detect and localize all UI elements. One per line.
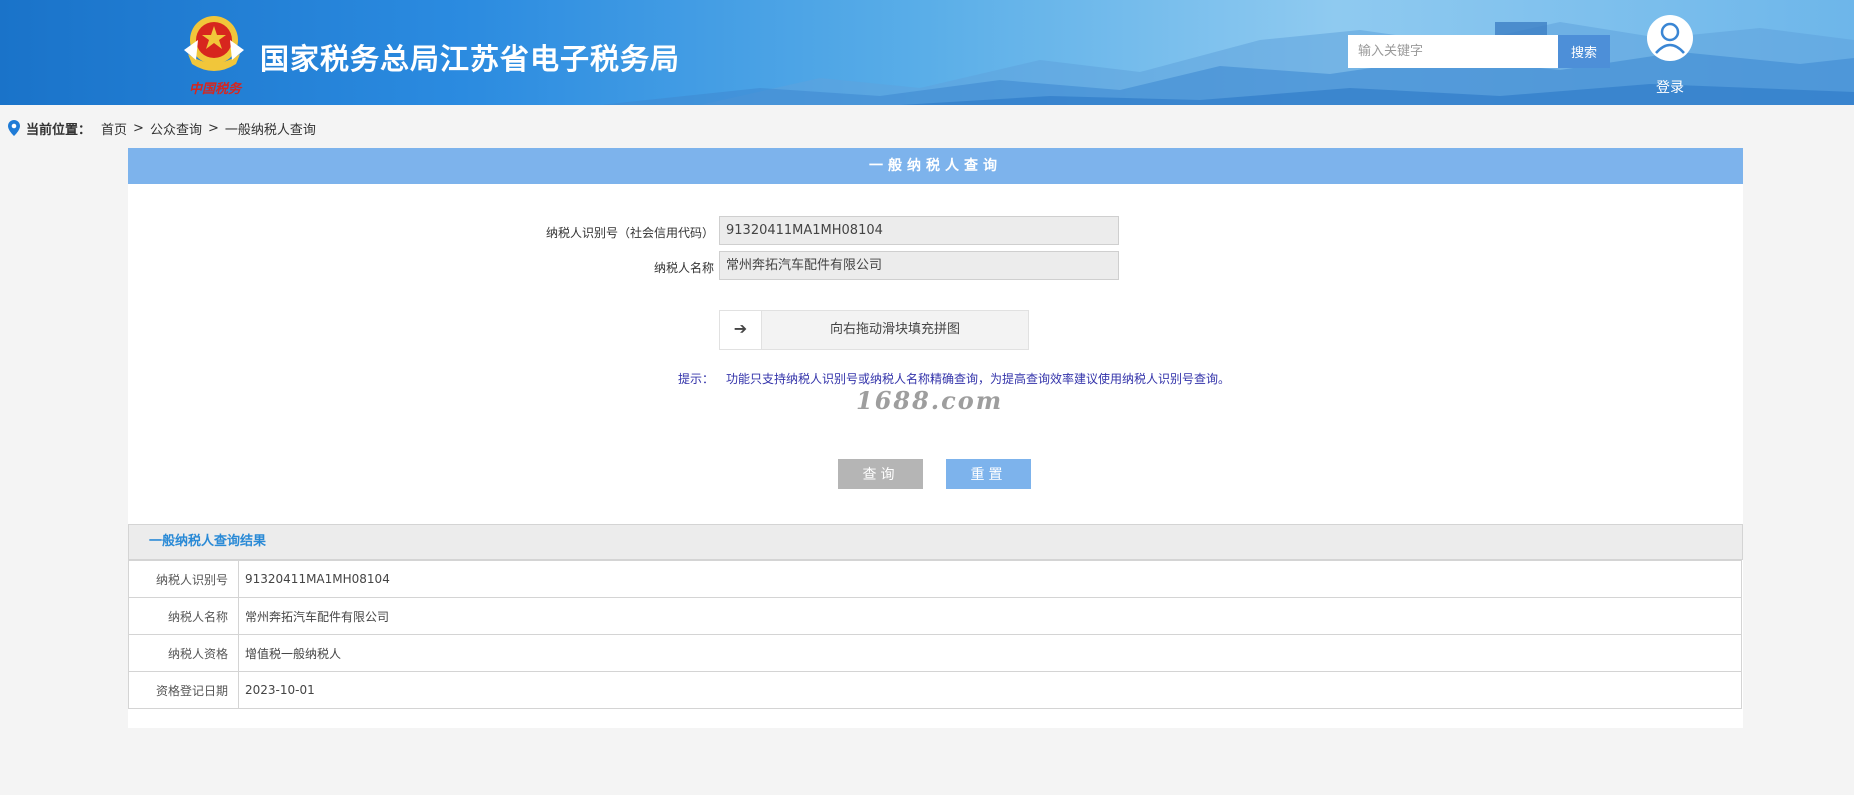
login-link[interactable]: 登录 <box>1650 77 1690 97</box>
user-avatar[interactable] <box>1647 15 1693 61</box>
slider-handle[interactable]: ➔ <box>720 311 762 349</box>
table-row: 纳税人资格 增值税一般纳税人 <box>128 634 1742 672</box>
breadcrumb: 当前位置： 首页 > 公众查询 > 一般纳税人查询 <box>8 118 316 138</box>
query-button[interactable]: 查询 <box>838 459 923 489</box>
query-panel: 一般纳税人查询 纳税人识别号（社会信用代码） 91320411MA1MH0810… <box>128 148 1743 728</box>
watermark: 1688.com <box>856 386 1004 415</box>
breadcrumb-home[interactable]: 首页 <box>101 119 127 138</box>
table-row: 资格登记日期 2023-10-01 <box>128 671 1742 709</box>
slider-instruction: 向右拖动滑块填充拼图 <box>829 322 960 337</box>
tip-text: 功能只支持纳税人识别号或纳税人名称精确查询，为提高查询效率建议使用纳税人识别号查… <box>726 372 1231 386</box>
panel-title: 一般纳税人查询 <box>128 148 1743 184</box>
taxpayer-id-input[interactable]: 91320411MA1MH08104 <box>719 216 1119 245</box>
breadcrumb-current: 一般纳税人查询 <box>224 122 316 138</box>
search-input[interactable] <box>1348 35 1558 68</box>
result-table: 纳税人识别号 91320411MA1MH08104 纳税人名称 常州奔拓汽车配件… <box>128 560 1742 709</box>
result-value: 常州奔拓汽车配件有限公司 <box>238 597 1742 635</box>
table-row: 纳税人名称 常州奔拓汽车配件有限公司 <box>128 597 1742 635</box>
table-row: 纳税人识别号 91320411MA1MH08104 <box>128 560 1742 598</box>
taxpayer-id-label: 纳税人识别号（社会信用代码） <box>545 226 714 240</box>
result-label: 资格登记日期 <box>128 671 239 709</box>
result-label: 纳税人资格 <box>128 634 239 672</box>
site-title: 国家税务总局江苏省电子税务局 <box>260 42 681 76</box>
breadcrumb-label: 当前位置： <box>26 122 92 138</box>
result-value: 增值税一般纳税人 <box>238 634 1742 672</box>
result-value: 2023-10-01 <box>238 671 1742 709</box>
result-label: 纳税人识别号 <box>128 560 239 598</box>
search-button[interactable]: 搜索 <box>1558 35 1610 68</box>
user-icon <box>1655 22 1685 54</box>
arrow-right-icon: ➔ <box>733 319 748 338</box>
tip-label: 提示： <box>678 372 715 386</box>
breadcrumb-public-query[interactable]: 公众查询 <box>150 119 202 138</box>
captcha-slider[interactable]: ➔ 向右拖动滑块填充拼图 <box>719 310 1029 350</box>
result-title: 一般纳税人查询结果 <box>128 524 1743 560</box>
result-value: 91320411MA1MH08104 <box>238 560 1742 598</box>
reset-button[interactable]: 重置 <box>946 459 1031 489</box>
taxpayer-name-input[interactable]: 常州奔拓汽车配件有限公司 <box>719 251 1119 280</box>
result-label: 纳税人名称 <box>128 597 239 635</box>
query-tip: 提示： 功能只支持纳税人识别号或纳税人名称精确查询，为提高查询效率建议使用纳税人识… <box>678 370 1230 387</box>
emblem-caption: 中国税务 <box>188 82 241 97</box>
taxpayer-name-label: 纳税人名称 <box>653 261 714 275</box>
breadcrumb-separator: > <box>133 120 144 136</box>
site-header: 中国税务 国家税务总局江苏省电子税务局 搜索 登录 <box>0 0 1854 105</box>
location-pin-icon <box>8 120 20 136</box>
breadcrumb-separator: > <box>207 120 219 136</box>
